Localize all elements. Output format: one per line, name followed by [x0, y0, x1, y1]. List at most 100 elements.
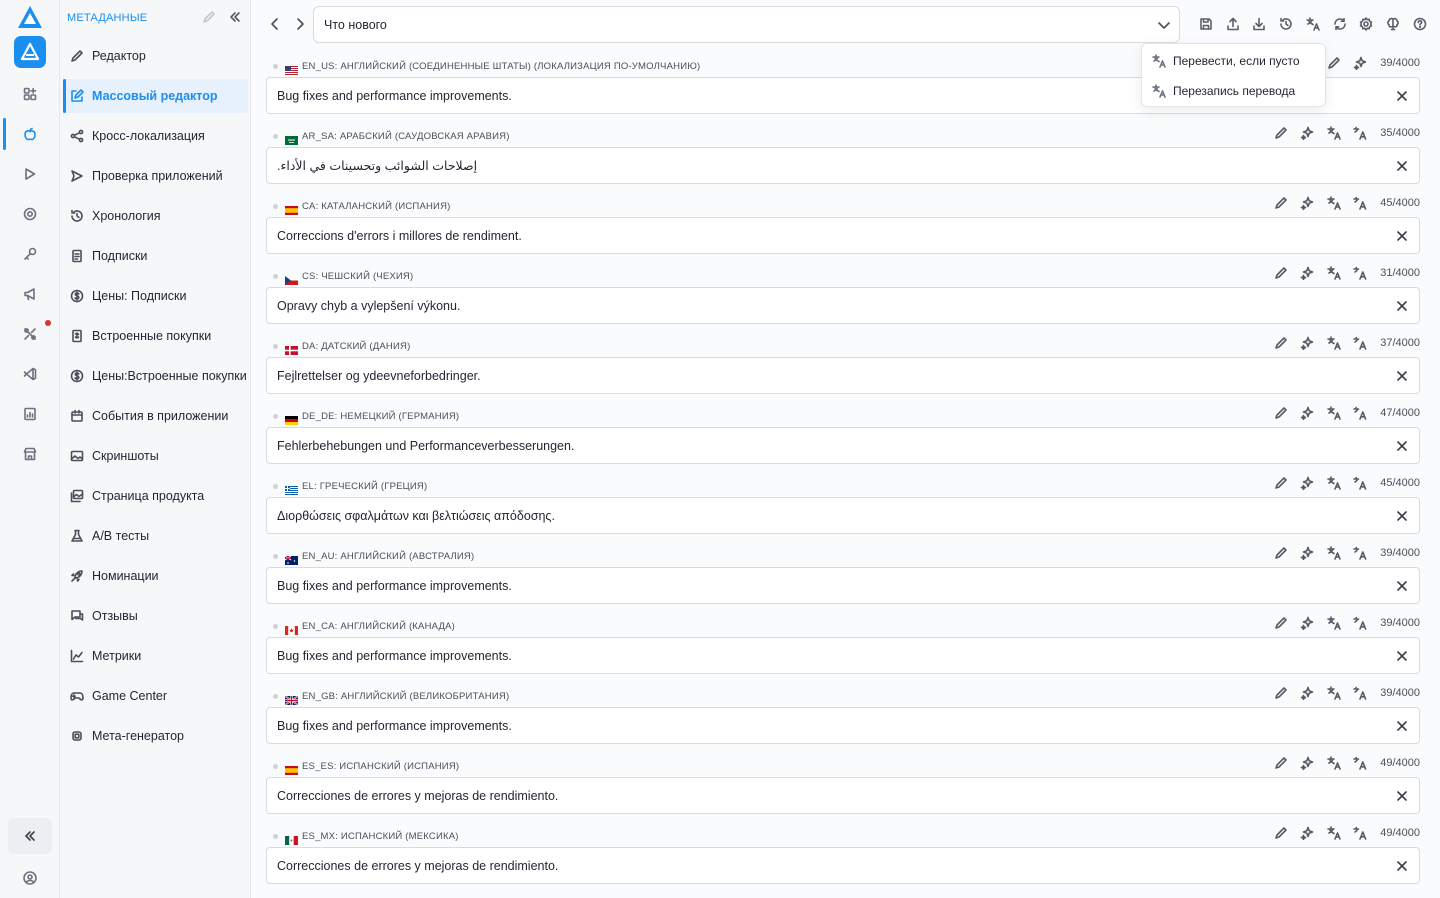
locale-text-field[interactable]: Correcciones de errores y mejoras de ren…	[266, 847, 1420, 884]
edit-button[interactable]	[1273, 405, 1289, 421]
sidebar-item[interactable]: Скриншоты	[63, 439, 248, 473]
edit-button[interactable]	[1273, 615, 1289, 631]
help-button[interactable]	[1411, 15, 1429, 33]
sidebar-item[interactable]: Страница продукта	[63, 479, 248, 513]
ai-sparkle-button[interactable]	[1299, 195, 1315, 211]
ai-sparkle-button[interactable]	[1299, 615, 1315, 631]
locale-text-field[interactable]: Bug fixes and performance improvements.	[266, 637, 1420, 674]
sidebar-item[interactable]: События в приложении	[63, 399, 248, 433]
locale-text-field[interactable]: Correcciones de errores y mejoras de ren…	[266, 777, 1420, 814]
translate-button[interactable]	[1326, 265, 1342, 281]
rail-button-store[interactable]	[0, 436, 60, 472]
edit-button[interactable]	[1273, 265, 1289, 281]
rail-button-report[interactable]	[0, 396, 60, 432]
settings-button[interactable]	[1357, 15, 1375, 33]
ai-sparkle-button[interactable]	[1299, 405, 1315, 421]
field-select[interactable]: Что нового	[313, 6, 1180, 43]
translate-button[interactable]	[1326, 125, 1342, 141]
clear-button[interactable]	[1395, 229, 1409, 243]
translate-button[interactable]	[1326, 475, 1342, 491]
clear-button[interactable]	[1395, 579, 1409, 593]
collapse-nav-icon[interactable]	[228, 10, 242, 24]
ai-sparkle-button[interactable]	[1299, 545, 1315, 561]
edit-button[interactable]	[1273, 195, 1289, 211]
sidebar-item[interactable]: Отзывы	[63, 599, 248, 633]
edit-button[interactable]	[1273, 685, 1289, 701]
ai-sparkle-button[interactable]	[1299, 335, 1315, 351]
translate-button[interactable]	[1326, 335, 1342, 351]
ai-sparkle-button[interactable]	[1352, 55, 1368, 71]
rail-button-megaphone[interactable]	[0, 276, 60, 312]
clear-button[interactable]	[1395, 439, 1409, 453]
clear-button[interactable]	[1395, 369, 1409, 383]
clear-button[interactable]	[1395, 859, 1409, 873]
sidebar-item[interactable]: A/B тесты	[63, 519, 248, 553]
clear-button[interactable]	[1395, 719, 1409, 733]
rail-button-play[interactable]	[0, 156, 60, 192]
back-button[interactable]	[265, 14, 285, 34]
edit-button[interactable]	[1273, 335, 1289, 351]
ai-sparkle-button[interactable]	[1299, 265, 1315, 281]
edit-button[interactable]	[1273, 755, 1289, 771]
user-profile-button[interactable]	[0, 860, 60, 896]
translate-button[interactable]	[1304, 15, 1322, 33]
clear-button[interactable]	[1395, 509, 1409, 523]
locale-text-field[interactable]: Bug fixes and performance improvements.	[266, 707, 1420, 744]
sidebar-item[interactable]: Хронология	[63, 199, 248, 233]
translate-button[interactable]	[1326, 545, 1342, 561]
edit-button[interactable]	[1326, 55, 1342, 71]
ai-sparkle-button[interactable]	[1299, 685, 1315, 701]
sidebar-item[interactable]: Цены: Подписки	[63, 279, 248, 313]
translate-button[interactable]	[1326, 755, 1342, 771]
rail-button-apple[interactable]	[0, 116, 60, 152]
rail-button-vscode[interactable]	[0, 356, 60, 392]
translate-button[interactable]	[1326, 615, 1342, 631]
rail-button-widgets[interactable]	[0, 76, 60, 112]
ai-sparkle-button[interactable]	[1299, 755, 1315, 771]
pencil-icon[interactable]	[202, 10, 216, 24]
menu-item-translate-if-empty[interactable]: Перевести, если пусто	[1142, 46, 1327, 76]
edit-button[interactable]	[1273, 545, 1289, 561]
sidebar-item[interactable]: Мета-генератор	[63, 719, 248, 753]
rail-button-key[interactable]	[0, 236, 60, 272]
clear-button[interactable]	[1395, 299, 1409, 313]
clear-button[interactable]	[1395, 159, 1409, 173]
rail-button-target[interactable]	[0, 196, 60, 232]
ai-sparkle-button[interactable]	[1299, 825, 1315, 841]
sidebar-item[interactable]: Массовый редактор	[63, 79, 248, 113]
refresh-button[interactable]	[1331, 15, 1349, 33]
save-button[interactable]	[1197, 15, 1215, 33]
collapse-rail-button[interactable]	[8, 818, 52, 854]
translate-button[interactable]	[1326, 685, 1342, 701]
edit-button[interactable]	[1273, 125, 1289, 141]
sidebar-item[interactable]: Цены:Встроенные покупки	[63, 359, 248, 393]
locale-text-field[interactable]: Correccions d'errors i millores de rendi…	[266, 217, 1420, 254]
translate-button[interactable]	[1326, 825, 1342, 841]
clear-button[interactable]	[1395, 649, 1409, 663]
locale-text-field[interactable]: Bug fixes and performance improvements.	[266, 567, 1420, 604]
locale-text-field[interactable]: Fejlrettelser og ydeevneforbedringer.	[266, 357, 1420, 394]
edit-button[interactable]	[1273, 475, 1289, 491]
sidebar-item[interactable]: Кросс-локализация	[63, 119, 248, 153]
forward-button[interactable]	[290, 14, 310, 34]
edit-button[interactable]	[1273, 825, 1289, 841]
sidebar-item[interactable]: Подписки	[63, 239, 248, 273]
app-icon[interactable]	[14, 36, 46, 68]
sidebar-item[interactable]: Проверка приложений	[63, 159, 248, 193]
locale-text-field[interactable]: إصلاحات الشوائب وتحسينات في الأداء.	[266, 147, 1420, 184]
sidebar-item[interactable]: Редактор	[63, 39, 248, 73]
sidebar-item[interactable]: Game Center	[63, 679, 248, 713]
brain-button[interactable]	[1384, 15, 1402, 33]
locale-text-field[interactable]: Fehlerbehebungen und Performanceverbesse…	[266, 427, 1420, 464]
sidebar-item[interactable]: Встроенные покупки	[63, 319, 248, 353]
menu-item-overwrite-translation[interactable]: Перезапись перевода	[1142, 76, 1327, 106]
clear-button[interactable]	[1395, 89, 1409, 103]
upload-button[interactable]	[1224, 15, 1242, 33]
clear-button[interactable]	[1395, 789, 1409, 803]
ai-sparkle-button[interactable]	[1299, 125, 1315, 141]
sidebar-item[interactable]: Номинации	[63, 559, 248, 593]
download-button[interactable]	[1250, 15, 1268, 33]
translate-button[interactable]	[1326, 405, 1342, 421]
history-button[interactable]	[1277, 15, 1295, 33]
ai-sparkle-button[interactable]	[1299, 475, 1315, 491]
